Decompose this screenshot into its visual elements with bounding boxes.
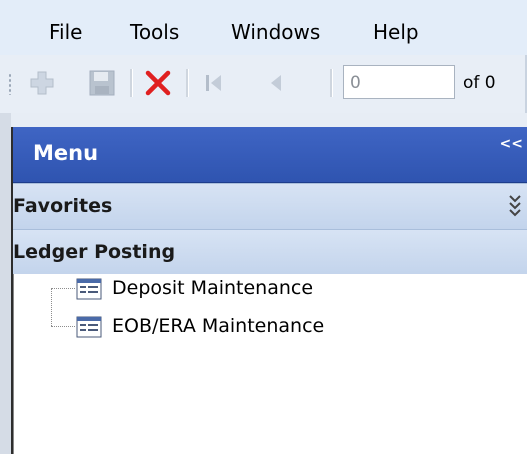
toolbar: 0 of 0	[0, 55, 527, 114]
tree-item-eob-era-maintenance[interactable]: EOB/ERA Maintenance	[14, 314, 514, 340]
save-button[interactable]	[84, 65, 120, 101]
menu-tree: Deposit Maintenance EOB/ERA Maintenance	[13, 274, 527, 454]
menu-panel-header: Menu <<	[13, 127, 527, 183]
save-icon	[89, 70, 115, 96]
menu-panel: Menu << Favorites Ledger Posting Deposit…	[11, 127, 527, 454]
tree-item-label: EOB/ERA Maintenance	[112, 315, 325, 337]
previous-record-button[interactable]	[258, 65, 294, 101]
menu-bar: File Tools Windows Help	[0, 0, 527, 55]
application-window: File Tools Windows Help 0 of 0 Menu << F…	[0, 0, 527, 454]
toolbar-grip[interactable]	[8, 73, 12, 95]
form-icon	[76, 316, 102, 338]
chevron-down-icon[interactable]	[505, 192, 525, 218]
record-count-label: of 0	[463, 73, 496, 93]
previous-record-icon	[271, 75, 281, 91]
menu-windows[interactable]: Windows	[231, 20, 320, 44]
toolbar-separator	[186, 69, 189, 97]
section-favorites-label: Favorites	[13, 195, 113, 217]
section-ledger-posting-label: Ledger Posting	[13, 241, 176, 263]
record-position-input[interactable]: 0	[343, 65, 455, 99]
first-record-icon	[206, 75, 221, 91]
section-favorites[interactable]: Favorites	[13, 183, 527, 230]
toolbar-separator	[330, 69, 333, 97]
add-button[interactable]	[24, 65, 60, 101]
menu-file[interactable]: File	[49, 20, 82, 44]
section-ledger-posting[interactable]: Ledger Posting	[13, 229, 527, 276]
toolbar-separator	[130, 69, 133, 97]
delete-button[interactable]	[140, 65, 176, 101]
panel-title: Menu	[33, 141, 99, 165]
tree-item-deposit-maintenance[interactable]: Deposit Maintenance	[14, 276, 514, 302]
add-icon	[30, 71, 54, 95]
form-icon	[76, 278, 102, 300]
delete-icon	[145, 70, 171, 96]
menu-tools[interactable]: Tools	[130, 20, 179, 44]
collapse-panel-button[interactable]: <<	[500, 136, 523, 152]
first-record-button[interactable]	[196, 65, 232, 101]
menu-help[interactable]: Help	[373, 20, 419, 44]
tree-item-label: Deposit Maintenance	[112, 277, 314, 299]
left-border-strip	[0, 113, 11, 454]
panel-gap	[11, 113, 527, 127]
